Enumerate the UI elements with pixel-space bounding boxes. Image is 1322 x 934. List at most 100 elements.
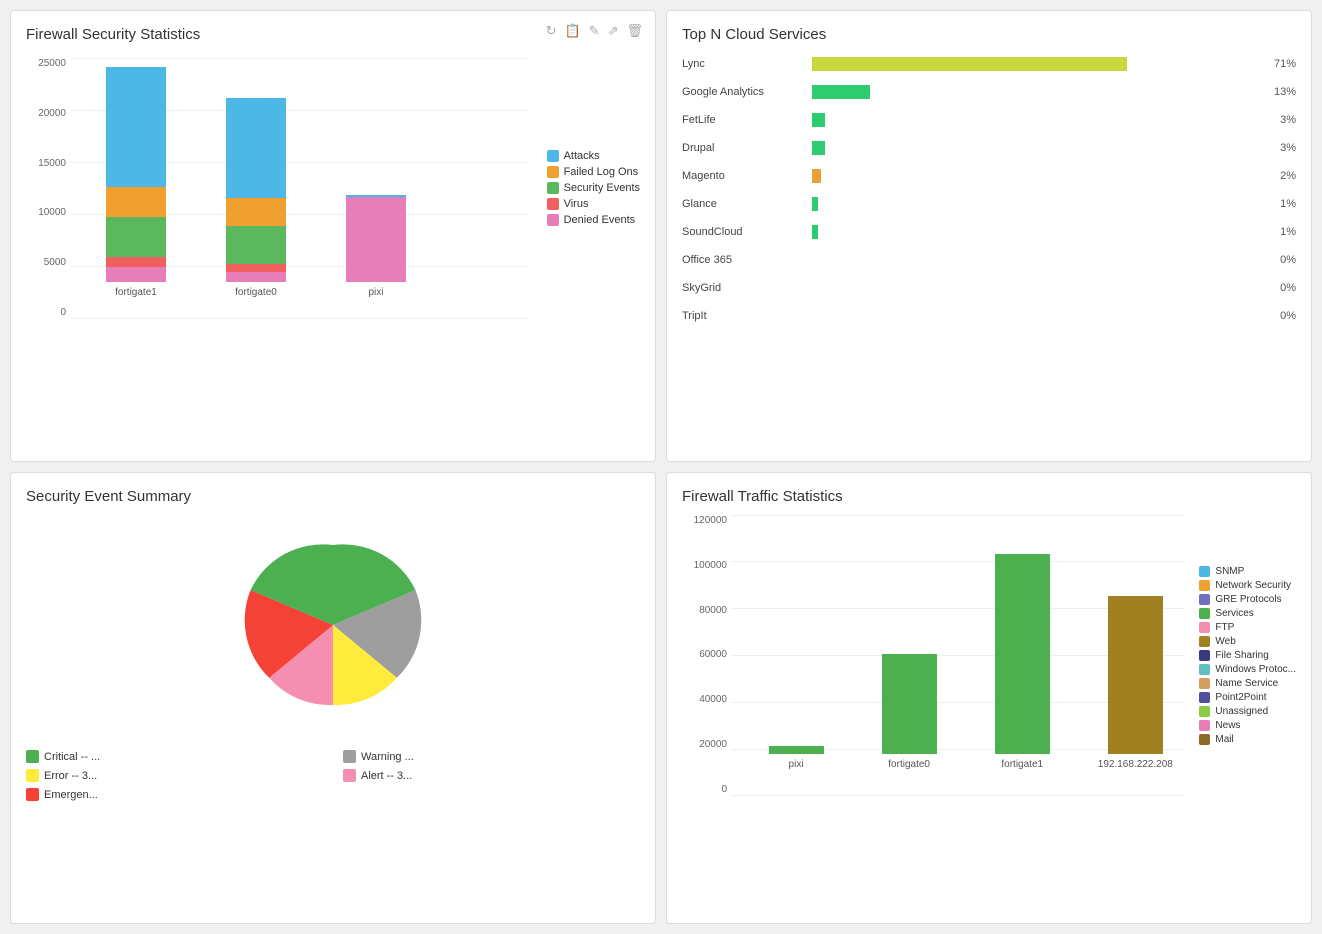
- cloud-bar-wrap: [812, 281, 1256, 295]
- cloud-bar: [812, 85, 870, 99]
- cloud-row-magento: Magento 2%: [682, 165, 1296, 187]
- cloud-pct: 3%: [1256, 142, 1296, 154]
- legend-dot: [1199, 580, 1210, 591]
- cloud-pct: 3%: [1256, 114, 1296, 126]
- legend-denied: Denied Events: [547, 214, 640, 226]
- grid-line: [71, 318, 527, 319]
- refresh-icon[interactable]: ↻: [546, 23, 557, 39]
- legend-news: News: [1199, 720, 1296, 731]
- legend-network-security: Network Security: [1199, 580, 1296, 591]
- grid-line: [71, 58, 527, 59]
- firewall-chart: 0 5000 10000 15000 20000 25000: [26, 58, 640, 318]
- legend-dot: [26, 750, 39, 763]
- cloud-name: FetLife: [682, 114, 812, 126]
- traffic-bar-fortigate1: fortigate1: [973, 554, 1071, 770]
- cloud-row-google: Google Analytics 13%: [682, 81, 1296, 103]
- cloud-name: Google Analytics: [682, 86, 812, 98]
- legend-point2point: Point2Point: [1199, 692, 1296, 703]
- legend-name-service: Name Service: [1199, 678, 1296, 689]
- cloud-bar-wrap: [812, 85, 1256, 99]
- cloud-pct: 71%: [1256, 58, 1296, 70]
- legend-attacks: Attacks: [547, 150, 640, 162]
- bar-segment-denied: [226, 272, 286, 282]
- traffic-chart-container: 0 20000 40000 60000 80000 100000 120000: [682, 515, 1184, 795]
- traffic-bar-label: fortigate0: [888, 759, 930, 770]
- legend-virus: Virus: [547, 198, 640, 210]
- bar-segment-denied: [346, 197, 406, 282]
- security-summary-panel: Security Event Summary: [10, 472, 656, 924]
- legend-color: [547, 214, 559, 226]
- expand-icon[interactable]: ⇗: [608, 23, 619, 39]
- cloud-pct: 0%: [1256, 282, 1296, 294]
- chart-legend: Attacks Failed Log Ons Security Events V…: [547, 150, 640, 226]
- bar-segment-security: [106, 217, 166, 257]
- traffic-bar-label: pixi: [789, 759, 804, 770]
- traffic-bar-rect: [1108, 596, 1163, 754]
- cloud-name: Glance: [682, 198, 812, 210]
- delete-icon[interactable]: 🗑: [626, 23, 643, 39]
- traffic-bar-pixi: pixi: [747, 746, 845, 770]
- legend-gre: GRE Protocols: [1199, 594, 1296, 605]
- cloud-name: SkyGrid: [682, 282, 812, 294]
- cloud-row-lync: Lync 71%: [682, 53, 1296, 75]
- legend-unassigned: Unassigned: [1199, 706, 1296, 717]
- traffic-bar-fortigate0: fortigate0: [860, 654, 958, 770]
- legend-dot: [1199, 636, 1210, 647]
- bar-group-fortigate1: fortigate1: [91, 67, 181, 298]
- legend-dot: [1199, 566, 1210, 577]
- bar-segment-failed: [226, 198, 286, 226]
- legend-dot: [1199, 622, 1210, 633]
- legend-security-events: Security Events: [547, 182, 640, 194]
- bar-stack: [106, 67, 166, 282]
- traffic-bar-label: fortigate1: [1001, 759, 1043, 770]
- pie-chart: [223, 515, 443, 735]
- bar-group-fortigate0: fortigate0: [211, 98, 301, 298]
- legend-dot: [1199, 650, 1210, 661]
- cloud-bar-wrap: [812, 57, 1256, 71]
- legend-dot: [1199, 734, 1210, 745]
- cloud-pct: 0%: [1256, 254, 1296, 266]
- cloud-bar-wrap: [812, 169, 1256, 183]
- export-icon[interactable]: 📋: [564, 23, 580, 39]
- legend-color: [547, 166, 559, 178]
- traffic-chart-inner: 0 20000 40000 60000 80000 100000 120000: [682, 515, 1296, 795]
- bar-segment-denied: [106, 267, 166, 282]
- cloud-bar-wrap: [812, 141, 1256, 155]
- traffic-legend: SNMP Network Security GRE Protocols Serv…: [1199, 566, 1296, 745]
- legend-dot: [1199, 706, 1210, 717]
- cloud-row-drupal: Drupal 3%: [682, 137, 1296, 159]
- bar-segment-virus: [106, 257, 166, 267]
- legend-error: Error -- 3...: [26, 769, 323, 782]
- cloud-row-office365: Office 365 0%: [682, 249, 1296, 271]
- cloud-bar-wrap: [812, 309, 1256, 323]
- legend-dot: [26, 788, 39, 801]
- cloud-name: Drupal: [682, 142, 812, 154]
- cloud-row-fetlife: FetLife 3%: [682, 109, 1296, 131]
- legend-file-sharing: File Sharing: [1199, 650, 1296, 661]
- grid-line: [732, 515, 1184, 516]
- cloud-bar: [812, 225, 818, 239]
- legend-warning: Warning ...: [343, 750, 640, 763]
- traffic-bar-ip: 192.168.222.208: [1086, 596, 1184, 770]
- legend-web: Web: [1199, 636, 1296, 647]
- cloud-bar: [812, 57, 1127, 71]
- bar-segment-virus: [226, 264, 286, 272]
- legend-snmp: SNMP: [1199, 566, 1296, 577]
- cloud-bar-wrap: [812, 197, 1256, 211]
- legend-ftp: FTP: [1199, 622, 1296, 633]
- edit-icon[interactable]: ✎: [589, 23, 600, 39]
- traffic-stats-panel: Firewall Traffic Statistics 0 20000 4000…: [666, 472, 1312, 924]
- pie-legend: Critical -- ... Warning ... Error -- 3..…: [26, 750, 640, 801]
- grid-line: [732, 795, 1184, 796]
- cloud-bar: [812, 113, 825, 127]
- traffic-y-axis: 0 20000 40000 60000 80000 100000 120000: [682, 515, 732, 795]
- traffic-bar-groups: pixi fortigate0 fortigate1: [732, 554, 1184, 770]
- legend-failed: Failed Log Ons: [547, 166, 640, 178]
- legend-dot: [1199, 608, 1210, 619]
- cloud-pct: 0%: [1256, 310, 1296, 322]
- legend-dot: [1199, 692, 1210, 703]
- legend-emergency: Emergen...: [26, 788, 323, 801]
- legend-alert: Alert -- 3...: [343, 769, 640, 782]
- bar-stack: [226, 98, 286, 282]
- legend-services: Services: [1199, 608, 1296, 619]
